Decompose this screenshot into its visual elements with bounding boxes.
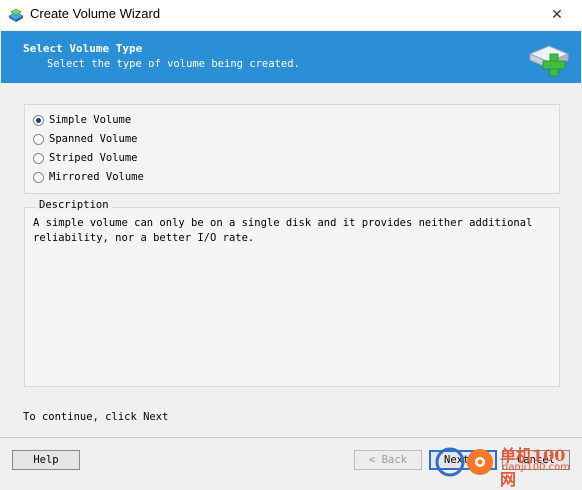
continue-instruction: To continue, click Next (23, 411, 169, 423)
disk-add-icon (528, 45, 570, 77)
header-title: Select Volume Type (23, 42, 143, 55)
cancel-button[interactable]: Cancel (502, 450, 570, 470)
help-button[interactable]: Help (12, 450, 80, 470)
description-legend: Description (36, 199, 112, 211)
footer-divider (0, 437, 582, 438)
volume-type-group: Simple Volume Spanned Volume Striped Vol… (24, 104, 560, 194)
radio-label: Striped Volume (49, 152, 138, 164)
close-button[interactable]: ✕ (546, 4, 568, 26)
next-button[interactable]: Next > (429, 450, 497, 470)
radio-label: Mirrored Volume (49, 171, 144, 183)
radio-striped-volume[interactable]: Striped Volume (33, 150, 138, 166)
radio-label: Spanned Volume (49, 133, 138, 145)
window-title: Create Volume Wizard (30, 6, 161, 21)
radio-mirrored-volume[interactable]: Mirrored Volume (33, 169, 144, 185)
back-button[interactable]: < Back (354, 450, 422, 470)
radio-button[interactable] (33, 152, 44, 164)
radio-button[interactable] (33, 133, 44, 145)
title-bar: Create Volume Wizard ✕ (0, 0, 582, 30)
close-icon: ✕ (551, 7, 563, 23)
description-text: A simple volume can only be on a single … (33, 217, 533, 244)
radio-simple-volume[interactable]: Simple Volume (33, 112, 131, 128)
volume-disk-icon (8, 8, 24, 22)
radio-button[interactable] (33, 114, 44, 126)
description-box: A simple volume can only be on a single … (24, 207, 560, 387)
radio-button[interactable] (33, 171, 44, 183)
radio-label: Simple Volume (49, 114, 132, 126)
header-subtitle: Select the type of volume being created. (47, 58, 300, 70)
wizard-header: Select Volume Type Select the type of vo… (1, 31, 581, 83)
radio-spanned-volume[interactable]: Spanned Volume (33, 131, 138, 147)
